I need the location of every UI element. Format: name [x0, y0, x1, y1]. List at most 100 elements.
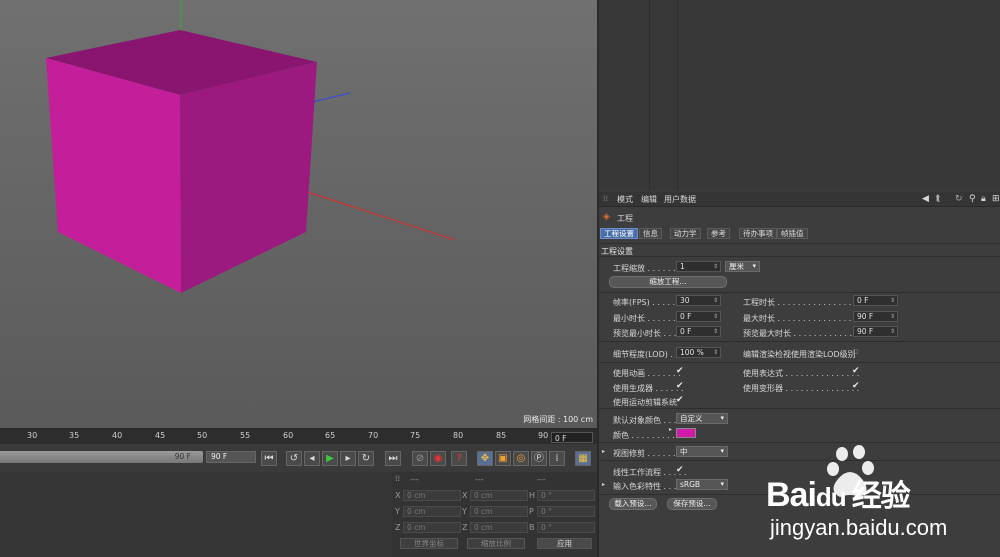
preview-max-field[interactable]: 90 F ⇕	[853, 326, 898, 337]
input-color-dropdown[interactable]: sRGB ▾	[676, 479, 728, 490]
apply-button[interactable]: 应用	[537, 538, 592, 549]
scale-key-button[interactable]: ▣	[495, 451, 511, 466]
menu-user-data[interactable]: 用户数据	[664, 194, 696, 205]
prev-frame-icon: ◂	[309, 453, 315, 464]
expand-triangle-icon[interactable]: ▸	[602, 481, 605, 488]
lod-editor-checkbox[interactable]: ▫	[852, 347, 858, 357]
lock-icon[interactable]: 🔒︎	[981, 194, 986, 204]
linear-workflow-checkbox[interactable]: ✔	[676, 465, 684, 475]
search-icon[interactable]: ⚲	[969, 194, 976, 204]
rot-h-field[interactable]: 0 °	[537, 490, 595, 501]
cube-front-face[interactable]	[46, 58, 181, 293]
stepper-icon: ⇕	[712, 349, 718, 356]
param-icon: Ⓟ	[534, 453, 544, 464]
up-arrow-icon[interactable]: ⮬	[936, 194, 941, 204]
nav-icon[interactable]: ↻	[955, 194, 963, 204]
new-window-icon[interactable]: ⊞	[992, 194, 1000, 204]
max-time-field[interactable]: 90 F ⇕	[853, 311, 898, 322]
time-scrubber[interactable]: 90 F	[0, 451, 203, 463]
size-y-field[interactable]: 0 cm	[470, 506, 528, 517]
expand-triangle-icon[interactable]: ▸	[669, 426, 672, 433]
coords-header-pos: ---	[410, 475, 419, 484]
param-key-button[interactable]: Ⓟ	[531, 451, 547, 466]
default-color-dropdown[interactable]: 自定义 ▾	[676, 413, 728, 424]
use-generators-checkbox[interactable]: ✔	[676, 381, 684, 391]
scale-icon: ▣	[498, 453, 508, 464]
tick-label: 50	[197, 431, 208, 440]
next-key-button[interactable]: ↻	[358, 451, 374, 466]
min-time-field[interactable]: 0 F ⇕	[676, 311, 721, 322]
goto-end-icon: ⏭	[388, 453, 398, 464]
use-motion-checkbox[interactable]: ✔	[676, 395, 684, 405]
tab-frame-interpolation[interactable]: 帧插值	[777, 228, 808, 239]
project-scale-field[interactable]: 1 ⇕	[676, 261, 721, 272]
pos-x-field[interactable]: 0 cm	[403, 490, 461, 501]
autokey-button[interactable]: ?	[451, 451, 467, 466]
use-expression-label: 使用表达式 . . . . . . . . . . . . . . .	[743, 369, 860, 378]
coord-axis-label: B	[529, 523, 535, 532]
chevron-down-icon: ▾	[720, 447, 724, 455]
lod-field[interactable]: 100 % ⇕	[676, 347, 721, 358]
use-deformers-checkbox[interactable]: ✔	[852, 381, 860, 391]
preview-min-value: 0 F	[680, 327, 692, 336]
pos-y-field[interactable]: 0 cm	[403, 506, 461, 517]
lod-value: 100 %	[680, 348, 704, 357]
chevron-down-icon: ▾	[720, 480, 724, 488]
color-label: 颜色 . . . . . . . . .	[613, 431, 675, 440]
play-button[interactable]: ▶	[322, 451, 338, 466]
back-arrow-icon[interactable]: ◀	[922, 194, 929, 204]
view-clipping-dropdown[interactable]: 中 ▾	[676, 446, 728, 457]
tab-reference[interactable]: 参考	[707, 228, 730, 239]
tick-label: 60	[283, 431, 294, 440]
tick-label: 40	[112, 431, 123, 440]
cube-side-face[interactable]	[180, 62, 317, 293]
project-scale-label: 工程缩放 . . . . . . . .	[613, 264, 686, 273]
prev-frame-button[interactable]: ◂	[304, 451, 320, 466]
current-frame-field[interactable]: 0 F	[551, 432, 593, 443]
fps-field[interactable]: 30 ⇕	[676, 295, 721, 306]
tab-project-settings[interactable]: 工程设置	[600, 228, 638, 239]
tab-todo[interactable]: 待办事项	[739, 228, 777, 239]
use-generators-label: 使用生成器 . . . . . .	[613, 384, 684, 393]
next-frame-button[interactable]: ▸	[340, 451, 356, 466]
color-swatch[interactable]	[676, 428, 696, 438]
size-z-field[interactable]: 0 cm	[470, 522, 528, 533]
menu-edit[interactable]: 编辑	[641, 194, 657, 205]
save-preset-button[interactable]: 保存预设...	[667, 498, 717, 510]
default-color-label: 默认对象颜色 . . .	[613, 416, 677, 425]
preview-min-field[interactable]: 0 F ⇕	[676, 326, 721, 337]
use-expression-checkbox[interactable]: ✔	[852, 366, 860, 376]
goto-end-button[interactable]: ⏭	[385, 451, 401, 466]
use-animation-checkbox[interactable]: ✔	[676, 366, 684, 376]
world-coordinates-dropdown[interactable]: 世界坐标	[400, 538, 458, 549]
record-button[interactable]: ◉	[430, 451, 446, 466]
project-scale-unit-dropdown[interactable]: 厘米 ▾	[725, 261, 760, 272]
prev-key-button[interactable]: ↺	[286, 451, 302, 466]
menu-mode[interactable]: 模式	[617, 194, 633, 205]
rot-b-field[interactable]: 0 °	[537, 522, 595, 533]
scale-project-button[interactable]: 缩放工程...	[609, 276, 727, 288]
size-x-field[interactable]: 0 cm	[470, 490, 528, 501]
timeline-window-button[interactable]: ▦	[575, 451, 591, 466]
tab-dynamics[interactable]: 动力学	[670, 228, 701, 239]
tab-info[interactable]: 信息	[639, 228, 662, 239]
expand-triangle-icon[interactable]: ▸	[602, 448, 605, 455]
move-key-button[interactable]: ✥	[477, 451, 493, 466]
goto-start-button[interactable]: ⏮	[261, 451, 277, 466]
divider	[599, 256, 1000, 257]
pos-z-field[interactable]: 0 cm	[403, 522, 461, 533]
rotate-key-button[interactable]: ◎	[513, 451, 529, 466]
object-manager[interactable]	[599, 0, 1000, 190]
lod-label: 细节程度(LOD) . .	[613, 350, 679, 359]
scale-mode-dropdown[interactable]: 缩放比例	[467, 538, 525, 549]
timeline-ruler[interactable]: 30 35 40 45 50 55 60 65 70 75 80 85 90	[0, 430, 597, 444]
record-keys-button[interactable]: ⊘	[412, 451, 428, 466]
tick-label: 45	[155, 431, 166, 440]
viewport[interactable]: 网格间距 : 100 cm	[0, 0, 597, 428]
use-deformers-label: 使用变形器 . . . . . . . . . . . . . . .	[743, 384, 860, 393]
end-frame-field[interactable]: 90 F	[206, 451, 256, 463]
rot-p-field[interactable]: 0 °	[537, 506, 595, 517]
load-preset-button[interactable]: 载入预设...	[609, 498, 657, 510]
pla-key-button[interactable]: ⁞	[549, 451, 565, 466]
project-length-field[interactable]: 0 F ⇕	[853, 295, 898, 306]
